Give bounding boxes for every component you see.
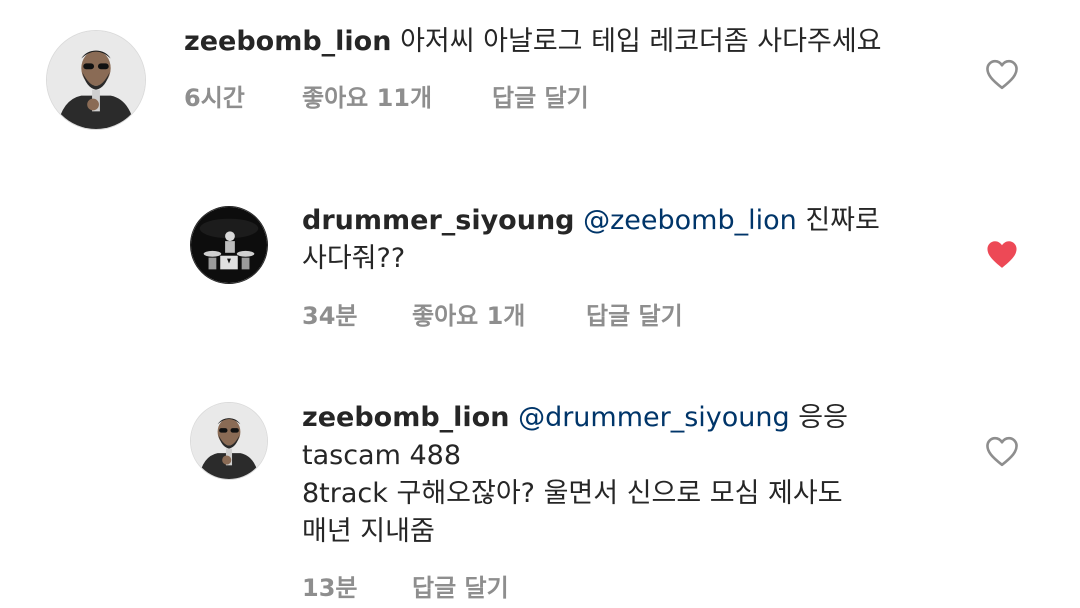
comment-body: 진짜로 [805,205,880,236]
like-button[interactable] [984,58,1020,90]
reply-button[interactable]: 답글 달기 [586,296,683,331]
comment-text-line: zeebomb_lion 아저씨 아날로그 테입 레코더좀 사다주세요 [184,23,882,61]
comment-text-line: 매년 지내줌 [302,513,435,551]
heart-filled-icon [987,241,1017,268]
comment-body: 사다줘?? [302,243,406,274]
bearded-man-sunglasses-avatar-icon [47,31,145,129]
heart-outline-icon [986,436,1018,467]
mention-link[interactable]: @zeebomb_lion [583,205,797,236]
like-button[interactable] [984,238,1020,270]
comment-body: 응응 [798,402,848,433]
reply-button[interactable]: 답글 달기 [412,568,509,603]
comment-username[interactable]: drummer_siyoung [302,205,575,236]
comment-text-line: drummer_siyoung @zeebomb_lion 진짜로 [302,202,880,240]
comment-text-line: zeebomb_lion @drummer_siyoung 응응 [302,399,848,437]
comment-text-line: 사다줘?? [302,240,405,278]
comment-text-line: tascam 488 [302,437,461,475]
comment-username[interactable]: zeebomb_lion [302,402,509,433]
comment-body: tascam 488 [302,440,462,471]
comment-text-line: 8track 구해오잖아? 울면서 신으로 모심 제사도 [302,475,843,513]
like-button[interactable] [984,435,1020,467]
avatar[interactable] [46,30,146,130]
comment-likes[interactable]: 좋아요 11개 [302,78,432,113]
drummer-on-stage-avatar-icon [191,207,267,283]
comment-body: 매년 지내줌 [302,516,435,547]
comment-body: 8track 구해오잖아? 울면서 신으로 모심 제사도 [302,478,843,509]
reply-button[interactable]: 답글 달기 [492,78,589,113]
avatar[interactable] [190,206,268,284]
comment-time[interactable]: 6시간 [184,78,245,113]
avatar[interactable] [190,402,268,480]
mention-link[interactable]: @drummer_siyoung [518,402,790,433]
comment-time[interactable]: 34분 [302,296,357,331]
heart-outline-icon [986,59,1018,90]
comment-username[interactable]: zeebomb_lion [184,26,391,57]
comment-likes[interactable]: 좋아요 1개 [412,296,525,331]
comment-time[interactable]: 13분 [302,568,357,603]
comment-body: 아저씨 아날로그 테입 레코더좀 사다주세요 [400,26,882,57]
bearded-man-sunglasses-avatar-icon [191,403,267,479]
